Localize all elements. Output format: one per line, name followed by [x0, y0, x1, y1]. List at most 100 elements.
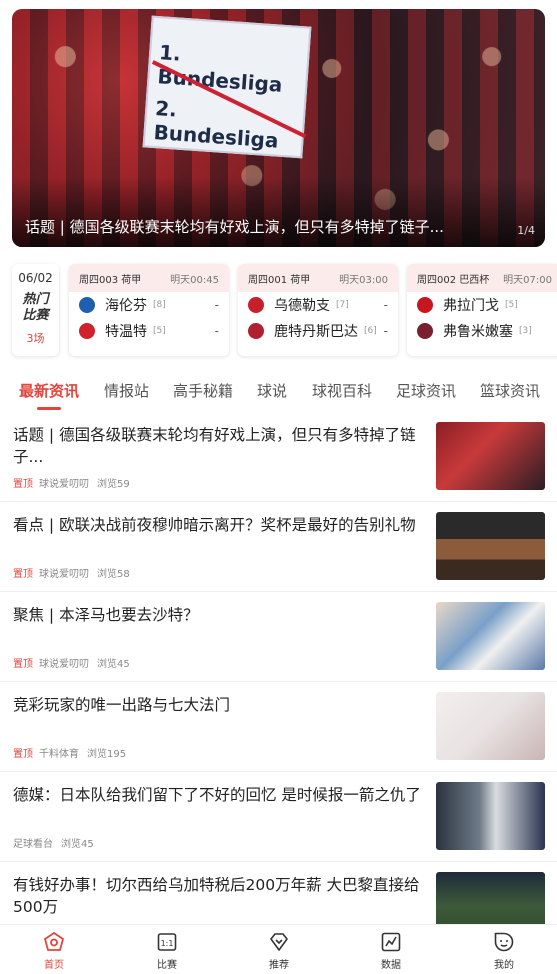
team-name: 乌德勒支: [274, 298, 330, 314]
news-meta: 置顶 球说爱叨叨 浏览45: [13, 655, 130, 670]
sign-line1: 1. Bundesliga: [156, 40, 284, 97]
home-team-row: 乌德勒支 [7] -: [238, 292, 398, 318]
app-page: 1. Bundesliga 2. Bundesliga 话题 | 德国各级联赛末…: [0, 0, 557, 974]
news-title: 有钱好办事！切尔西给乌加特税后200万年薪 大巴黎直接给500万: [13, 876, 420, 916]
away-team-row: 弗鲁米嫩塞 [3]: [407, 318, 557, 344]
news-source: 球说爱叨叨: [39, 659, 89, 670]
team-name: 鹿特丹斯巴达: [274, 324, 358, 340]
match-card[interactable]: 周四002 巴西杯 明天07:00 弗拉门戈 [5] 弗鲁米嫩塞 [3]: [407, 264, 557, 356]
team-score: -: [383, 298, 388, 312]
news-source: 球说爱叨叨: [39, 569, 89, 580]
nav-recommend[interactable]: 推荐: [249, 931, 309, 971]
news-title: 看点 | 欧联决战前夜穆帅暗示离开？奖杯是最好的告别礼物: [13, 516, 416, 534]
news-title: 话题 | 德国各级联赛末轮均有好戏上演，但只有多特掉了链子...: [13, 426, 416, 466]
news-item[interactable]: 看点 | 欧联决战前夜穆帅暗示离开？奖杯是最好的告别礼物 置顶 球说爱叨叨 浏览58: [0, 502, 557, 592]
team-rank: [5]: [153, 326, 166, 336]
hot-title-line1: 热门: [22, 292, 49, 307]
match-card[interactable]: 周四003 荷甲 明天00:45 海伦芬 [8] - 特温特 [5] -: [69, 264, 229, 356]
nav-profile[interactable]: 我的: [474, 931, 534, 971]
team-rank: [3]: [519, 326, 532, 336]
news-meta: 置顶 球说爱叨叨 浏览59: [13, 475, 130, 490]
nav-label: 我的: [494, 960, 514, 971]
news-meta: 足球看台 浏览45: [13, 835, 94, 850]
pinned-badge: 置顶: [13, 749, 33, 760]
news-thumbnail: [436, 422, 545, 490]
news-thumbnail: [436, 782, 545, 850]
nav-matches[interactable]: 1:1 比赛: [137, 931, 197, 971]
tab-latest-news[interactable]: 最新资讯: [19, 380, 79, 401]
news-title: 聚焦 | 本泽马也要去沙特？: [13, 606, 199, 624]
profile-face-icon: [494, 932, 514, 952]
pinned-badge: 置顶: [13, 569, 33, 580]
match-league: 周四002 巴西杯: [417, 274, 490, 286]
match-strip[interactable]: 06/02 热门 比赛 3场 周四003 荷甲 明天00:45 海伦芬 [8] …: [12, 264, 557, 356]
team-rank: [8]: [153, 300, 166, 310]
news-views: 浏览195: [87, 749, 127, 760]
match-league: 周四001 荷甲: [248, 274, 311, 286]
news-category-tabs: 最新资讯 情报站 高手秘籍 球说 球视百科 足球资讯 篮球资讯: [0, 380, 557, 408]
svg-text:1:1: 1:1: [161, 939, 174, 948]
banner-caption[interactable]: 话题 | 德国各级联赛末轮均有好戏上演，但只有多特掉了链子...: [25, 216, 485, 237]
news-item[interactable]: 竞彩玩家的唯一出路与七大法门 置顶 千料体育 浏览195: [0, 682, 557, 772]
team-rank: [7]: [336, 300, 349, 310]
pinned-badge: 置顶: [13, 479, 33, 490]
scoreboard-icon: 1:1: [157, 933, 177, 951]
banner-page-counter: 1/4: [517, 224, 535, 237]
hot-matches-card[interactable]: 06/02 热门 比赛 3场: [12, 264, 59, 356]
away-team-row: 特温特 [5] -: [69, 318, 229, 344]
team-rank: [6]: [364, 326, 377, 336]
hot-count: 3场: [26, 332, 45, 345]
news-views: 浏览58: [97, 569, 130, 580]
home-team-row: 海伦芬 [8] -: [69, 292, 229, 318]
news-item[interactable]: 德媒：日本队给我们留下了不好的回忆 是时候报一箭之仇了 足球看台 浏览45: [0, 772, 557, 862]
team-name: 弗拉门戈: [443, 298, 499, 314]
news-thumbnail: [436, 512, 545, 580]
team-logo-icon: [417, 297, 433, 313]
tab-encyclopedia[interactable]: 球视百科: [312, 380, 372, 401]
tab-basketball-news[interactable]: 篮球资讯: [480, 380, 540, 401]
news-views: 浏览59: [97, 479, 130, 490]
team-rank: [5]: [505, 300, 518, 310]
news-item[interactable]: 话题 | 德国各级联赛末轮均有好戏上演，但只有多特掉了链子... 置顶 球说爱叨叨…: [0, 412, 557, 502]
team-logo-icon: [79, 323, 95, 339]
hot-title-line2: 比赛: [22, 308, 49, 323]
match-time: 明天03:00: [339, 274, 388, 286]
news-thumbnail: [436, 602, 545, 670]
hot-date: 06/02: [18, 271, 53, 285]
news-title: 德媒：日本队给我们留下了不好的回忆 是时候报一箭之仇了: [13, 786, 421, 804]
news-views: 浏览45: [97, 659, 130, 670]
news-views: 浏览45: [61, 839, 94, 850]
news-source: 球说爱叨叨: [39, 479, 89, 490]
team-logo-icon: [248, 297, 264, 313]
nav-label: 首页: [44, 960, 64, 971]
news-meta: 置顶 球说爱叨叨 浏览58: [13, 565, 130, 580]
match-league: 周四003 荷甲: [79, 274, 142, 286]
news-thumbnail: [436, 692, 545, 760]
news-item[interactable]: 聚焦 | 本泽马也要去沙特？ 置顶 球说爱叨叨 浏览45: [0, 592, 557, 682]
home-icon: [43, 931, 65, 951]
news-source: 千料体育: [39, 749, 79, 760]
news-source: 足球看台: [13, 839, 53, 850]
tab-football-news[interactable]: 足球资讯: [396, 380, 456, 401]
tab-intel-station[interactable]: 情报站: [104, 380, 149, 401]
nav-data[interactable]: 数据: [361, 931, 421, 971]
match-time: 明天00:45: [170, 274, 219, 286]
news-list: 话题 | 德国各级联赛末轮均有好戏上演，但只有多特掉了链子... 置顶 球说爱叨叨…: [0, 412, 557, 952]
tab-ball-talk[interactable]: 球说: [257, 380, 287, 401]
match-card[interactable]: 周四001 荷甲 明天03:00 乌德勒支 [7] - 鹿特丹斯巴达 [6] -: [238, 264, 398, 356]
hot-title: 热门 比赛: [12, 292, 59, 324]
team-score: -: [214, 298, 219, 312]
match-header: 周四003 荷甲 明天00:45: [69, 264, 229, 292]
nav-home[interactable]: 首页: [24, 931, 84, 971]
news-title: 竞彩玩家的唯一出路与七大法门: [13, 696, 231, 714]
team-logo-icon: [79, 297, 95, 313]
banner-carousel[interactable]: 1. Bundesliga 2. Bundesliga 话题 | 德国各级联赛末…: [12, 9, 545, 247]
match-time: 明天07:00: [503, 274, 552, 286]
team-score: -: [214, 324, 219, 338]
diamond-icon: [270, 933, 288, 951]
team-name: 弗鲁米嫩塞: [443, 324, 513, 340]
bundesliga-sign: 1. Bundesliga 2. Bundesliga: [142, 15, 312, 159]
tab-expert-tips[interactable]: 高手秘籍: [173, 380, 233, 401]
pinned-badge: 置顶: [13, 659, 33, 670]
home-team-row: 弗拉门戈 [5]: [407, 292, 557, 318]
